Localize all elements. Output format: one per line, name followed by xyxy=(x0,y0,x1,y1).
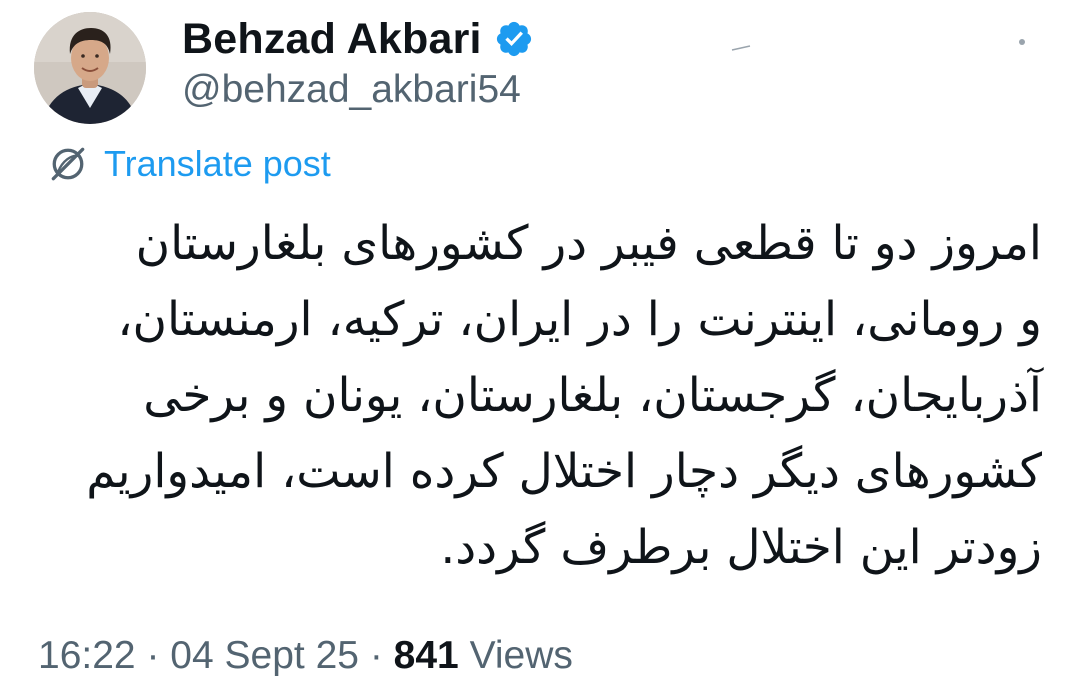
post-line: آذربایجان، گرجستان، بلغارستان، یونان و ب… xyxy=(143,368,1042,423)
more-options-icon[interactable] xyxy=(1000,28,1040,58)
verified-badge-icon xyxy=(496,21,531,57)
translate-post-link[interactable]: Translate post xyxy=(104,143,331,185)
author-handle[interactable]: @behzad_akbari54 xyxy=(182,68,521,112)
translate-post-row[interactable]: Translate post xyxy=(46,142,331,186)
avatar[interactable] xyxy=(34,12,146,124)
author-name-row[interactable]: Behzad Akbari xyxy=(182,14,534,64)
image-artifact xyxy=(731,45,751,51)
post-body: امروز دو تا قطعی فیبر در کشورهای بلغارست… xyxy=(42,206,1042,586)
post-line: امروز دو تا قطعی فیبر در کشورهای بلغارست… xyxy=(135,216,1042,271)
post-date[interactable]: 04 Sept 25 xyxy=(170,634,359,677)
meta-separator: · xyxy=(369,634,383,677)
post-line: و رومانی، اینترنت را در ایران، ترکیه، ار… xyxy=(117,292,1042,347)
meta-separator: · xyxy=(146,634,160,677)
translate-globe-icon xyxy=(51,147,85,181)
views-label[interactable]: Views xyxy=(470,634,573,677)
author-display-name[interactable]: Behzad Akbari xyxy=(182,15,482,64)
views-count[interactable]: 841 xyxy=(394,634,459,677)
avatar-photo xyxy=(34,12,146,124)
post-meta: 16:22 · 04 Sept 25 · 841 Views xyxy=(38,634,573,678)
post-time[interactable]: 16:22 xyxy=(38,634,136,677)
post-line: کشورهای دیگر دچار اختلال کرده است، امیدو… xyxy=(86,444,1042,499)
post-line: زودتر این اختلال برطرف گردد. xyxy=(440,520,1042,575)
